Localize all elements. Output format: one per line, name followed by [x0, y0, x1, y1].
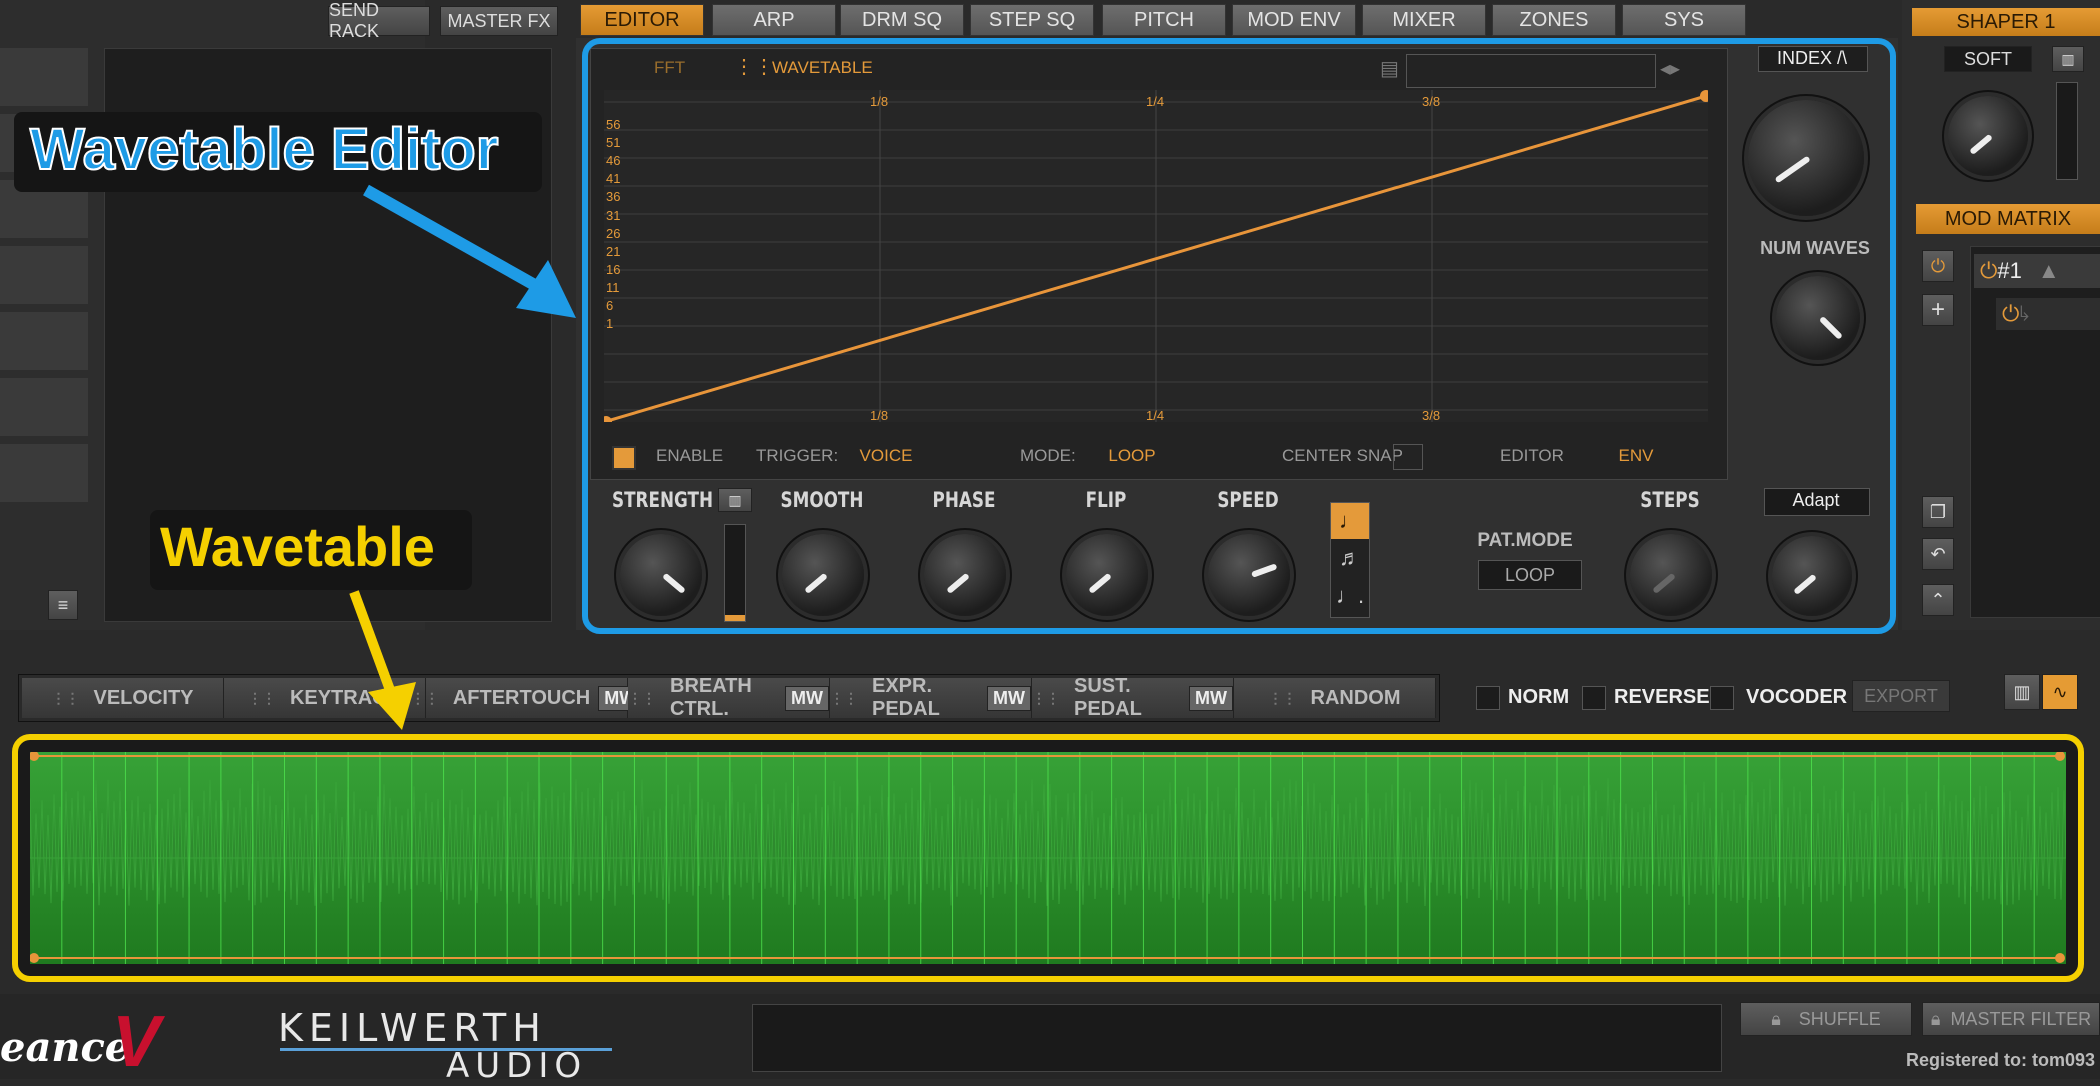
drag-handle-icon[interactable]: ⋮⋮: [51, 690, 79, 707]
soft-button[interactable]: SOFT: [1944, 46, 2032, 72]
shaper-title: SHAPER 1: [1912, 8, 2100, 36]
tab-drm-sq[interactable]: DRM SQ: [840, 4, 964, 36]
mod-source-label: VELOCITY: [93, 686, 194, 709]
shuffle-button[interactable]: 🔒︎ SHUFFLE: [1740, 1002, 1912, 1036]
slot-up-icon[interactable]: ▲: [2038, 258, 2060, 283]
mod-source-sust-pedal[interactable]: ⋮⋮ SUST. PEDAL MW: [1032, 675, 1234, 720]
master-filter-label: MASTER FILTER: [1950, 1008, 2092, 1029]
lock-icon: 🔒︎: [1771, 1008, 1781, 1029]
send-rack-button[interactable]: SEND RACK: [328, 0, 430, 41]
mw-badge[interactable]: MW: [785, 685, 829, 711]
drag-handle-icon[interactable]: ⋮⋮: [1032, 690, 1060, 707]
master-fx-button[interactable]: MASTER FX: [440, 6, 558, 36]
mod-sub-slot[interactable]: ⏻↳: [1996, 298, 2100, 330]
shaper-knob[interactable]: [1948, 96, 2028, 176]
mod-source-label: RANDOM: [1310, 686, 1401, 709]
editor-highlight-box: [582, 38, 1896, 634]
left-slot[interactable]: [0, 378, 88, 436]
yellow-arrow: [349, 590, 416, 730]
mod-matrix-title: MOD MATRIX: [1916, 204, 2100, 234]
tab-sys[interactable]: SYS: [1622, 4, 1746, 36]
vocoder-checkbox[interactable]: [1710, 686, 1734, 710]
mod-source-label: EXPR. PEDAL: [872, 675, 940, 720]
status-display: [752, 1004, 1722, 1072]
mod-source-label: BREATH CTRL.: [670, 675, 752, 720]
master-filter-button[interactable]: 🔒︎ MASTER FILTER: [1922, 1002, 2100, 1036]
tab-mod-env[interactable]: MOD ENV: [1232, 4, 1356, 36]
brand-left-text: eance: [0, 1024, 131, 1071]
mod-source-velocity[interactable]: ⋮⋮ VELOCITY: [22, 678, 224, 718]
tab-step-sq[interactable]: STEP SQ: [970, 4, 1094, 36]
mod-source-aftertouch[interactable]: ⋮⋮ AFTERTOUCH MW: [411, 678, 643, 718]
mod-slot-1[interactable]: ⏻#1 ▲: [1974, 254, 2100, 288]
audio-logo: AUDIO: [446, 1046, 588, 1086]
drag-handle-icon[interactable]: ⋮⋮: [628, 690, 656, 707]
wavetable-editor-callout-text: Wavetable Editor: [29, 116, 499, 183]
drag-handle-icon[interactable]: ⋮⋮: [248, 690, 276, 707]
vocoder-label: VOCODER: [1746, 686, 1848, 708]
wavetable-callout-text: Wavetable: [160, 515, 435, 578]
undo-button[interactable]: ↶: [1922, 538, 1954, 570]
list-icon-button[interactable]: ≡: [48, 590, 78, 620]
left-slot[interactable]: [0, 246, 88, 304]
tab-arp[interactable]: ARP: [712, 4, 836, 36]
reverse-label: REVERSE: [1614, 686, 1710, 708]
mod-add-button[interactable]: +: [1922, 294, 1954, 326]
waveform-view-button[interactable]: ∿: [2042, 674, 2078, 710]
slot-power-icon[interactable]: ⏻: [1980, 258, 1997, 283]
left-slot[interactable]: [0, 48, 88, 106]
slot-label: #1: [1997, 258, 2022, 283]
mod-power-button[interactable]: ⏻: [1922, 250, 1954, 282]
mod-source-label: AFTERTOUCH: [452, 686, 591, 709]
registered-text: Registered to: tom093: [1906, 1050, 2096, 1070]
blue-arrow: [363, 184, 576, 318]
mod-source-expr-pedal[interactable]: ⋮⋮ EXPR. PEDAL MW: [830, 675, 1032, 720]
keilwerth-logo: KEILWERTH: [278, 1006, 547, 1050]
wavetable-highlight-box: [12, 734, 2084, 982]
tab-editor[interactable]: EDITOR: [580, 4, 704, 36]
tab-pitch[interactable]: PITCH: [1102, 4, 1226, 36]
keyboard-view-button[interactable]: ▥: [2004, 674, 2040, 710]
norm-checkbox[interactable]: [1476, 686, 1500, 710]
lock-icon: 🔒︎: [1930, 1008, 1941, 1029]
mw-badge[interactable]: MW: [987, 685, 1031, 711]
mod-source-breath-ctrl[interactable]: ⋮⋮ BREATH CTRL. MW: [628, 675, 830, 720]
norm-label: NORM: [1508, 686, 1570, 708]
left-slot[interactable]: [0, 444, 88, 502]
copy-button[interactable]: ❐: [1922, 496, 1954, 528]
left-slot[interactable]: [0, 312, 88, 370]
mod-source-random[interactable]: ⋮⋮ RANDOM: [1234, 678, 1436, 718]
up-button[interactable]: ⌃: [1922, 584, 1954, 616]
tab-mixer[interactable]: MIXER: [1362, 4, 1486, 36]
drag-handle-icon[interactable]: ⋮⋮: [1269, 690, 1297, 707]
mw-badge[interactable]: MW: [1189, 685, 1233, 711]
drag-handle-icon[interactable]: ⋮⋮: [830, 690, 858, 707]
export-button[interactable]: EXPORT: [1852, 680, 1950, 712]
mod-source-label: SUST. PEDAL: [1074, 675, 1142, 720]
tab-zones[interactable]: ZONES: [1492, 4, 1616, 36]
reverse-checkbox[interactable]: [1582, 686, 1606, 710]
v-logo: V: [112, 1002, 161, 1082]
shaper-keyboard-button[interactable]: ▥: [2052, 46, 2084, 72]
shuffle-label: SHUFFLE: [1798, 1008, 1881, 1029]
shaper-meter: [2056, 82, 2078, 180]
